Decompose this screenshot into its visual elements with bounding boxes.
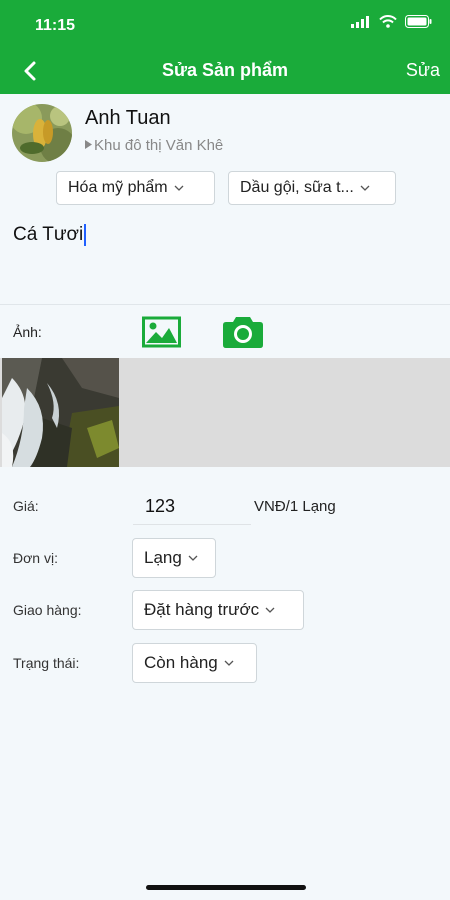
user-location: Khu đô thị Văn Khê	[85, 137, 223, 154]
location-pointer-icon	[85, 140, 92, 149]
divider	[0, 304, 450, 305]
avatar[interactable]	[12, 104, 72, 162]
photo-label: Ảnh:	[13, 324, 42, 340]
price-input[interactable]: 123	[145, 496, 175, 517]
chevron-down-icon	[174, 185, 184, 191]
product-photo[interactable]	[2, 358, 119, 467]
unit-label: Đơn vị:	[13, 550, 58, 566]
battery-icon	[405, 15, 432, 28]
user-name: Anh Tuan	[85, 107, 171, 129]
delivery-label: Giao hàng:	[13, 602, 82, 618]
camera-icon[interactable]	[222, 315, 264, 349]
chevron-down-icon	[188, 555, 198, 561]
chevron-down-icon	[265, 607, 275, 613]
gallery-icon[interactable]	[142, 315, 181, 349]
product-title-text: Cá Tươi	[13, 224, 84, 245]
chevron-down-icon	[360, 185, 370, 191]
photo-strip	[0, 358, 450, 467]
wifi-icon	[379, 15, 397, 28]
home-indicator[interactable]	[146, 885, 306, 890]
subcategory-select[interactable]: Dầu gội, sữa t...	[228, 171, 396, 205]
unit-select[interactable]: Lạng	[132, 538, 216, 578]
category-select[interactable]: Hóa mỹ phẩm	[56, 171, 215, 205]
price-label: Giá:	[13, 498, 39, 514]
status-time: 11:15	[35, 17, 76, 34]
category-value: Hóa mỹ phẩm	[68, 179, 168, 196]
price-underline	[133, 524, 251, 525]
status-label: Trạng thái:	[13, 655, 80, 671]
subcategory-value: Dầu gội, sữa t...	[240, 179, 354, 196]
product-title-input[interactable]: Cá Tươi	[13, 224, 87, 246]
page-title: Sửa Sản phẩm	[161, 60, 289, 80]
navigation-bar: Sửa Sản phẩm Sửa	[0, 48, 450, 94]
status-icons	[351, 15, 432, 28]
status-select[interactable]: Còn hàng	[132, 643, 257, 683]
location-text: Khu đô thị Văn Khê	[94, 137, 224, 154]
unit-value: Lạng	[144, 548, 182, 567]
delivery-value: Đặt hàng trước	[144, 600, 260, 619]
status-value: Còn hàng	[144, 653, 218, 672]
chevron-down-icon	[224, 660, 234, 666]
price-unit: VNĐ/1 Lạng	[254, 498, 336, 515]
text-caret	[84, 224, 87, 246]
signal-icon	[351, 15, 369, 28]
edit-button[interactable]: Sửa	[406, 60, 440, 81]
delivery-select[interactable]: Đặt hàng trước	[132, 590, 304, 630]
seller-profile: Anh Tuan Khu đô thị Văn Khê	[12, 104, 432, 164]
status-bar: 11:15	[0, 0, 450, 48]
